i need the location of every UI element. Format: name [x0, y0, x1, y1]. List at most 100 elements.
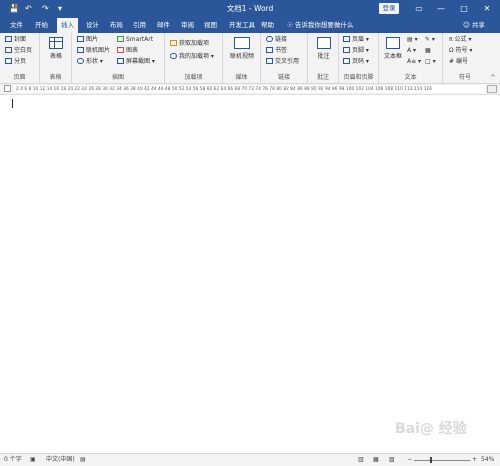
- blank-page-label: 空白页: [14, 47, 33, 54]
- horizontal-ruler[interactable]: 2 4 6 8 10 12 14 16 18 20 22 24 26 28 30…: [0, 84, 500, 95]
- tab-references[interactable]: 引用: [129, 18, 150, 33]
- bookmark-button[interactable]: 书签: [266, 46, 287, 55]
- equation-button[interactable]: π 公式 ▾: [449, 35, 471, 44]
- person-icon: ☺: [463, 21, 470, 29]
- word-count[interactable]: 0 个字: [4, 454, 22, 466]
- group-addins-label: 加载项: [184, 74, 203, 81]
- online-video-icon: [234, 37, 250, 49]
- document-canvas[interactable]: [0, 95, 500, 453]
- group-illustrations-label: 插图: [111, 74, 124, 81]
- chart-button[interactable]: 图表: [117, 46, 138, 55]
- online-video-label: 联机视频: [229, 53, 254, 60]
- group-symbols: π 公式 ▾ Ω 符号 ▾ # 编号 符号: [443, 33, 487, 83]
- group-text-label: 文本: [404, 74, 417, 81]
- text-box-icon: [386, 37, 400, 49]
- date-time-icon[interactable]: ▦: [425, 46, 431, 55]
- link-label: 链接: [275, 36, 288, 43]
- cover-page-icon: [5, 36, 12, 42]
- macro-record-icon[interactable]: ▤: [80, 454, 86, 466]
- online-pictures-button[interactable]: 联机图片: [77, 46, 110, 55]
- footer-label: 页脚: [352, 47, 365, 54]
- group-header-footer-label: 页眉和页脚: [343, 74, 374, 81]
- symbol-button[interactable]: Ω 符号 ▾: [449, 46, 472, 55]
- quick-parts-icon[interactable]: ▤ ▾: [407, 35, 418, 44]
- header-label: 页眉: [352, 36, 365, 43]
- my-addins-button[interactable]: 我的加载项 ▾: [170, 52, 214, 61]
- tab-help[interactable]: 帮助: [257, 18, 278, 33]
- numbering-button[interactable]: # 编号: [449, 57, 468, 66]
- web-layout-icon[interactable]: ▧: [389, 454, 395, 466]
- read-mode-icon[interactable]: ▥: [358, 454, 364, 466]
- tab-mailings[interactable]: 邮件: [153, 18, 174, 33]
- my-addins-label: 我的加载项: [179, 53, 210, 60]
- link-icon: [266, 36, 273, 42]
- tab-selector-icon[interactable]: [4, 85, 11, 92]
- link-button[interactable]: 链接: [266, 35, 287, 44]
- shapes-button[interactable]: 形状 ▾: [77, 57, 103, 66]
- store-icon: [170, 40, 177, 46]
- smartart-button[interactable]: SmartArt: [117, 35, 153, 44]
- group-header-footer: 页眉 ▾ 页脚 ▾ 页码 ▾ 页眉和页脚: [339, 33, 379, 83]
- signature-line-icon[interactable]: ✎ ▾: [425, 35, 435, 44]
- page-break-button[interactable]: 分页: [5, 57, 26, 66]
- footer-button[interactable]: 页脚 ▾: [343, 46, 369, 55]
- tab-developer[interactable]: 开发工具: [225, 18, 259, 33]
- ribbon-display-options-icon[interactable]: ▭: [410, 2, 428, 16]
- print-layout-icon[interactable]: ▦: [373, 454, 379, 466]
- text-box-label: 文本框: [383, 53, 402, 60]
- new-comment-label: 批注: [317, 53, 330, 60]
- online-pictures-label: 联机图片: [86, 47, 111, 54]
- group-text: 文本框 ▤ ▾ A ▾ A≡ ▾ ✎ ▾ ▦ □ ▾ 文本: [379, 33, 443, 83]
- get-addins-label: 获取加载项: [179, 40, 210, 47]
- object-icon[interactable]: □ ▾: [425, 57, 436, 66]
- bookmark-label: 书签: [275, 47, 288, 54]
- tab-file[interactable]: 文件: [6, 18, 27, 33]
- zoom-slider[interactable]: [414, 460, 470, 461]
- drop-cap-icon[interactable]: A≡ ▾: [407, 57, 421, 66]
- comment-icon: [316, 37, 331, 49]
- online-video-button[interactable]: 联机视频: [226, 37, 258, 60]
- new-comment-button[interactable]: 批注: [311, 37, 336, 60]
- shapes-label: 形状: [86, 58, 99, 65]
- tab-insert[interactable]: 插入: [57, 18, 78, 33]
- share-button[interactable]: ☺ 共享: [463, 18, 485, 33]
- tab-view[interactable]: 视图: [200, 18, 221, 33]
- tab-home[interactable]: 开始: [31, 18, 52, 33]
- login-button[interactable]: 登录: [379, 3, 399, 14]
- lightbulb-icon: ☉: [287, 21, 293, 29]
- tab-design[interactable]: 设计: [82, 18, 103, 33]
- tab-layout[interactable]: 布局: [106, 18, 127, 33]
- group-table-label: 表格: [49, 74, 62, 81]
- zoom-out-button[interactable]: −: [407, 454, 412, 466]
- zoom-level[interactable]: 54%: [481, 454, 494, 466]
- text-box-button[interactable]: 文本框: [382, 37, 404, 60]
- tell-me-text: 告诉我你想要做什么: [294, 21, 354, 29]
- language-indicator[interactable]: 中文(中国): [46, 454, 75, 466]
- close-button[interactable]: ✕: [478, 2, 496, 16]
- smartart-label: SmartArt: [126, 36, 154, 43]
- group-comments-label: 批注: [316, 74, 329, 81]
- page-number-button[interactable]: 页码 ▾: [343, 57, 369, 66]
- screenshot-label: 屏幕截图: [126, 58, 151, 65]
- proofing-icon[interactable]: ▣: [30, 454, 36, 466]
- collapse-ribbon-icon[interactable]: ^: [490, 74, 496, 82]
- group-media: 联机视频 媒体: [223, 33, 261, 83]
- blank-page-button[interactable]: 空白页: [5, 46, 32, 55]
- cross-reference-button[interactable]: 交叉引用: [266, 57, 299, 66]
- tab-review[interactable]: 审阅: [177, 18, 198, 33]
- zoom-in-button[interactable]: +: [472, 454, 477, 466]
- zoom-slider-thumb[interactable]: [430, 457, 432, 463]
- ruler-toggle-icon[interactable]: [487, 85, 497, 93]
- table-button[interactable]: 表格: [46, 37, 66, 60]
- get-addins-button[interactable]: 获取加载项: [170, 39, 209, 48]
- pictures-button[interactable]: 图片: [77, 35, 98, 44]
- tell-me-search[interactable]: ☉ 告诉我你想要做什么: [287, 18, 353, 33]
- maximize-button[interactable]: □: [455, 2, 473, 16]
- screenshot-button[interactable]: 屏幕截图 ▾: [117, 57, 155, 66]
- group-symbols-label: 符号: [458, 74, 471, 81]
- header-button[interactable]: 页眉 ▾: [343, 35, 369, 44]
- cross-reference-label: 交叉引用: [275, 58, 300, 65]
- cover-page-button[interactable]: 封面: [5, 35, 26, 44]
- wordart-icon[interactable]: A ▾: [407, 46, 416, 55]
- minimize-button[interactable]: —: [432, 2, 450, 16]
